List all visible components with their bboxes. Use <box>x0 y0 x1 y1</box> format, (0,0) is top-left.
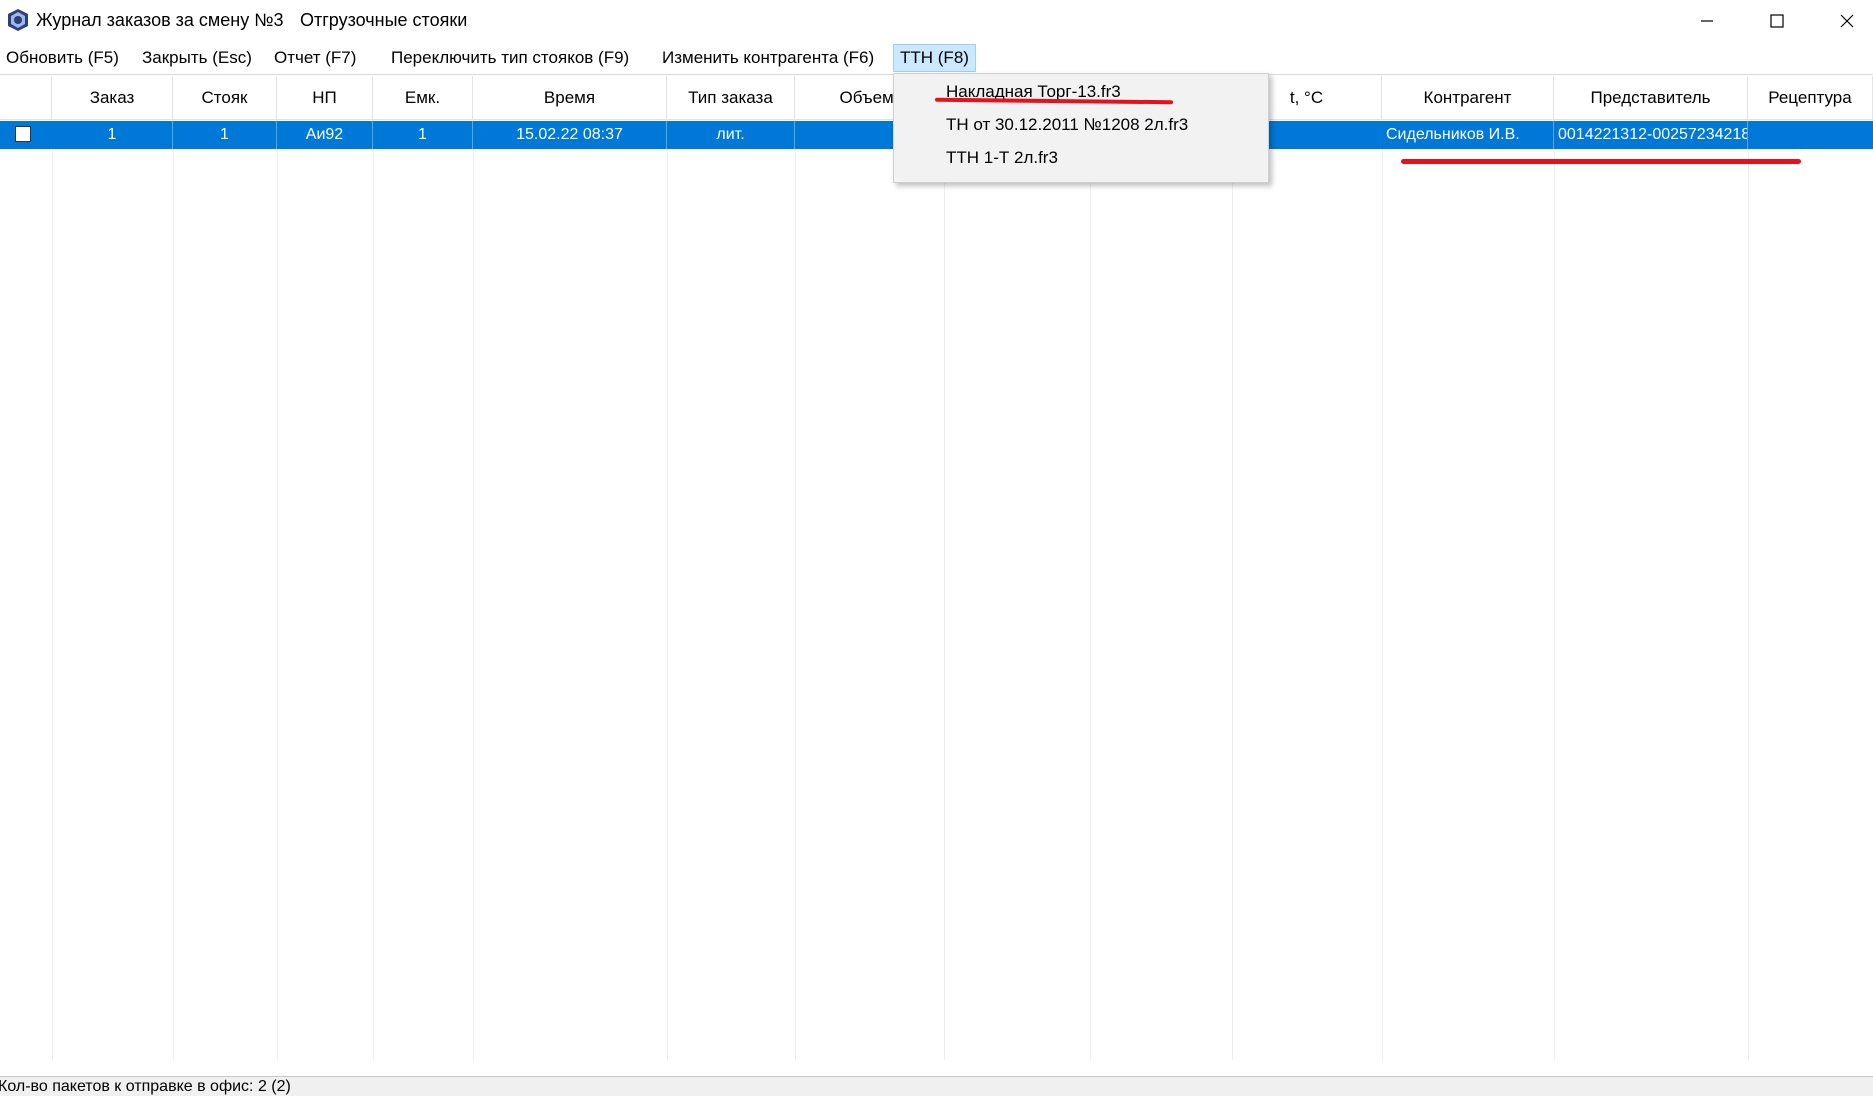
ttn-dropdown-menu: Накладная Торг-13.fr3 ТН от 30.12.2011 №… <box>893 73 1269 183</box>
dropdown-item-tn-1208[interactable]: ТН от 30.12.2011 №1208 2л.fr3 <box>946 110 1188 140</box>
column-header-tank[interactable]: Емк. <box>373 76 473 120</box>
column-divider <box>473 120 474 1060</box>
menu-change-contractor[interactable]: Изменить контрагента (F6) <box>656 44 880 72</box>
column-divider <box>1232 120 1233 1060</box>
menu-refresh[interactable]: Обновить (F5) <box>0 44 125 72</box>
menu-report[interactable]: Отчет (F7) <box>268 44 362 72</box>
column-header-stand[interactable]: Стояк <box>173 76 277 120</box>
window-title: Журнал заказов за смену №3 <box>36 10 284 30</box>
menu-close[interactable]: Закрыть (Esc) <box>136 44 258 72</box>
window-subtitle: Отгрузочные стояки <box>300 10 468 30</box>
title-bar: Журнал заказов за смену №3 Отгрузочные с… <box>0 0 1873 42</box>
status-text: Кол-во пакетов к отправке в офис: 2 (2) <box>0 1078 291 1095</box>
column-divider <box>1090 120 1091 1060</box>
close-icon <box>1840 14 1854 28</box>
cell-time: 15.02.22 08:37 <box>473 121 667 149</box>
status-bar: Кол-во пакетов к отправке в офис: 2 (2) <box>0 1076 1873 1096</box>
column-header-order-type[interactable]: Тип заказа <box>667 76 795 120</box>
cell-tank: 1 <box>373 121 473 149</box>
column-divider <box>277 120 278 1060</box>
close-button[interactable] <box>1812 0 1873 42</box>
minimize-icon <box>1701 20 1713 22</box>
menu-ttn[interactable]: ТТН (F8) <box>893 44 976 72</box>
column-header-product[interactable]: НП <box>277 76 373 120</box>
column-header-time[interactable]: Время <box>473 76 667 120</box>
cell-representative: 0014221312-00257234218 <box>1554 121 1748 149</box>
orders-table: Заказ Стояк НП Емк. Время Тип заказа Объ… <box>0 76 1873 1076</box>
maximize-button[interactable] <box>1742 0 1812 42</box>
app-logo-icon <box>6 8 30 32</box>
row-checkbox[interactable] <box>15 126 31 142</box>
cell-order: 1 <box>52 121 173 149</box>
column-divider <box>667 120 668 1060</box>
cell-order-type: лит. <box>667 121 795 149</box>
column-divider <box>944 120 945 1060</box>
column-divider <box>1382 120 1383 1060</box>
column-header-order[interactable]: Заказ <box>52 76 173 120</box>
column-header-select[interactable] <box>0 76 52 120</box>
column-divider <box>1554 120 1555 1060</box>
app-window: Журнал заказов за смену №3 Отгрузочные с… <box>0 0 1873 1096</box>
maximize-icon <box>1770 14 1784 28</box>
cell-stand: 1 <box>173 121 277 149</box>
annotation-underline-row <box>1401 159 1801 164</box>
cell-contractor: Сидельников И.В. <box>1382 121 1554 149</box>
menu-switch-stand-type[interactable]: Переключить тип стояков (F9) <box>385 44 635 72</box>
column-divider <box>1748 120 1749 1060</box>
menu-bar: Обновить (F5) Закрыть (Esc) Отчет (F7) П… <box>0 42 1873 75</box>
column-divider <box>795 120 796 1060</box>
column-divider <box>373 120 374 1060</box>
column-header-recipe[interactable]: Рецептура <box>1748 76 1873 120</box>
cell-product: Аи92 <box>277 121 373 149</box>
column-divider <box>52 120 53 1060</box>
dropdown-item-ttn-1t[interactable]: ТТН 1-Т 2л.fr3 <box>946 143 1058 173</box>
column-divider <box>173 120 174 1060</box>
minimize-button[interactable] <box>1672 0 1742 42</box>
column-header-representative[interactable]: Представитель <box>1554 76 1748 120</box>
column-header-contractor[interactable]: Контрагент <box>1382 76 1554 120</box>
